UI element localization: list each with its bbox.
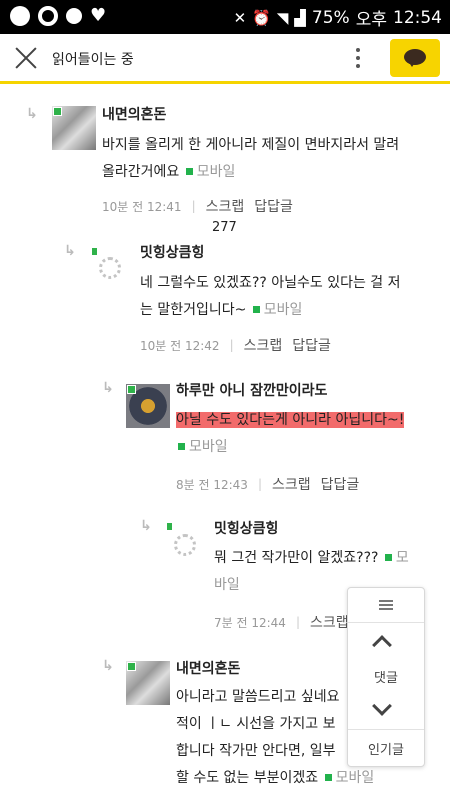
separator: | [191,199,196,213]
reply-button[interactable]: 답답글 [292,335,331,355]
reply-arrow-icon: ↳ [26,106,38,122]
kakaotalk-share-button[interactable] [390,39,440,77]
floating-nav: 댓글 인기글 [347,587,425,767]
comment-time: 7분 전 12:44 [214,615,286,630]
comment-text-line: 뭐 그건 작가만이 알겠죠??? 모 [214,545,436,572]
level-badge-icon [92,248,97,255]
mobile-label: 모바일 [189,439,228,455]
mobile-icon [185,168,193,175]
loading-avatar-icon [174,534,196,556]
level-badge-icon [127,662,136,671]
avatar[interactable] [126,384,170,428]
level-badge-icon [167,523,172,530]
comment-body: 네 그럴수도 있겠죠?? 아닐수도 있다는 걸 저 는 말한거입니다~ 모바일 [140,270,435,324]
scrap-button[interactable]: 스크랩 [206,196,245,216]
comments-nav-label[interactable]: 댓글 [348,667,424,686]
chat-notification-icon [38,6,58,26]
mobile-label: 모 [395,550,409,566]
comment-text-line: 네 그럴수도 있겠죠?? 아닐수도 있다는 걸 저 [140,275,401,291]
comment-text: 는 말한거입니다~ [140,302,247,318]
status-bar: ♥ ✕ ⏰ ◥ ▟ 75% 오후 12:54 [0,0,450,34]
reply-arrow-icon: ↳ [102,658,114,674]
mobile-icon [252,306,260,313]
comment-text: 뭐 그건 작가만이 알겠죠??? [214,550,379,566]
wifi-icon: ◥ [276,8,289,27]
clock-ampm: 오후 [355,10,387,30]
comment-author[interactable]: 밋힝상큼힝 [140,242,204,262]
comment-body: 바지를 올리게 한 게아니라 제질이 면바지라서 말려 올라간거에요 모바일 [102,132,437,186]
reply-arrow-icon: ↳ [64,243,76,259]
reply-button[interactable]: 답답글 [321,474,360,494]
divider [348,729,424,730]
app-header: 읽어들이는 중 [0,34,450,84]
comment-time: 8분 전 12:43 [176,477,248,492]
avatar[interactable] [52,106,96,150]
notification-icons: ♥ [10,6,106,26]
comment-meta: 10분 전 12:41 | 스크랩 답답글 [102,196,293,216]
comment-text: 할 수도 없는 부분이겠죠 [176,770,319,786]
chat-bubble-icon [404,49,426,67]
heart-icon: ♥ [90,5,107,26]
settings-notification-icon [66,8,82,24]
divider [348,622,424,623]
comment-author[interactable]: 하루만 아니 잠깐만이라도 [176,380,327,400]
comment-text-line: 올라간거에요 모바일 [102,159,437,186]
chevron-down-icon[interactable] [372,696,392,716]
comment-text-line: 아닐 수도 있다는게 아니라 아닙니다~! [176,407,438,434]
mobile-icon [178,443,185,450]
battery-level: 75% [311,7,350,28]
scrap-button[interactable]: 스크랩 [310,612,349,632]
comment-time: 10분 전 12:41 [102,199,182,214]
alarm-icon: ⏰ [252,8,271,27]
comment-text-line: 바지를 올리게 한 게아니라 제질이 면바지라서 말려 [102,137,400,153]
mobile-label: 바일 [214,577,240,593]
mute-icon: ✕ [233,8,247,27]
separator: | [229,338,234,352]
clock-time: 12:54 [393,7,442,28]
reply-arrow-icon: ↳ [140,518,152,534]
mobile-icon [324,774,332,781]
comment-author[interactable]: 내면의혼돈 [102,104,166,124]
loading-avatar-icon [99,257,121,279]
comment-author[interactable]: 밋힝상큼힝 [214,518,278,538]
scrap-button[interactable]: 스크랩 [272,474,311,494]
comment-text-line: 할 수도 없는 부분이겠죠 모바일 [176,765,438,792]
app-notification-icon [10,6,30,26]
chevron-up-icon[interactable] [372,635,392,655]
avatar[interactable] [126,661,170,705]
system-indicators: ✕ ⏰ ◥ ▟ 75% 오후 12:54 [233,5,442,31]
reply-arrow-icon: ↳ [102,380,114,396]
separator: | [257,477,262,491]
highlighted-text: 아닐 수도 있다는게 아니라 아닙니다~! [176,412,405,428]
scrap-count: 277 [212,220,237,235]
comment-meta: 7분 전 12:44 | 스크랩 [214,612,349,632]
separator: | [295,615,300,629]
comment-meta: 10분 전 12:42 | 스크랩 답답글 [140,335,331,355]
comment-text-line: 는 말한거입니다~ 모바일 [140,297,435,324]
comment-text: 올라간거에요 [102,164,180,180]
mobile-label: 모바일 [196,164,236,180]
scrap-button[interactable]: 스크랩 [244,335,283,355]
menu-icon[interactable] [379,600,393,610]
comment-text-line: 모바일 [176,434,438,461]
close-icon[interactable] [12,44,40,72]
mobile-icon [384,554,392,561]
more-options-icon[interactable] [350,44,366,72]
popular-posts-button[interactable]: 인기글 [348,739,424,758]
level-badge-icon [53,107,62,116]
signal-icon: ▟ [294,8,306,27]
mobile-label: 모바일 [335,770,375,786]
comment-author[interactable]: 내면의혼돈 [176,658,240,678]
reply-button[interactable]: 답답글 [254,196,293,216]
mobile-label: 모바일 [263,302,303,318]
page-title: 읽어들이는 중 [52,52,134,68]
comment-time: 10분 전 12:42 [140,338,220,353]
comment-meta: 8분 전 12:43 | 스크랩 답답글 [176,474,359,494]
level-badge-icon [127,385,136,394]
comment-body: 아닐 수도 있다는게 아니라 아닙니다~! 모바일 [176,407,438,461]
